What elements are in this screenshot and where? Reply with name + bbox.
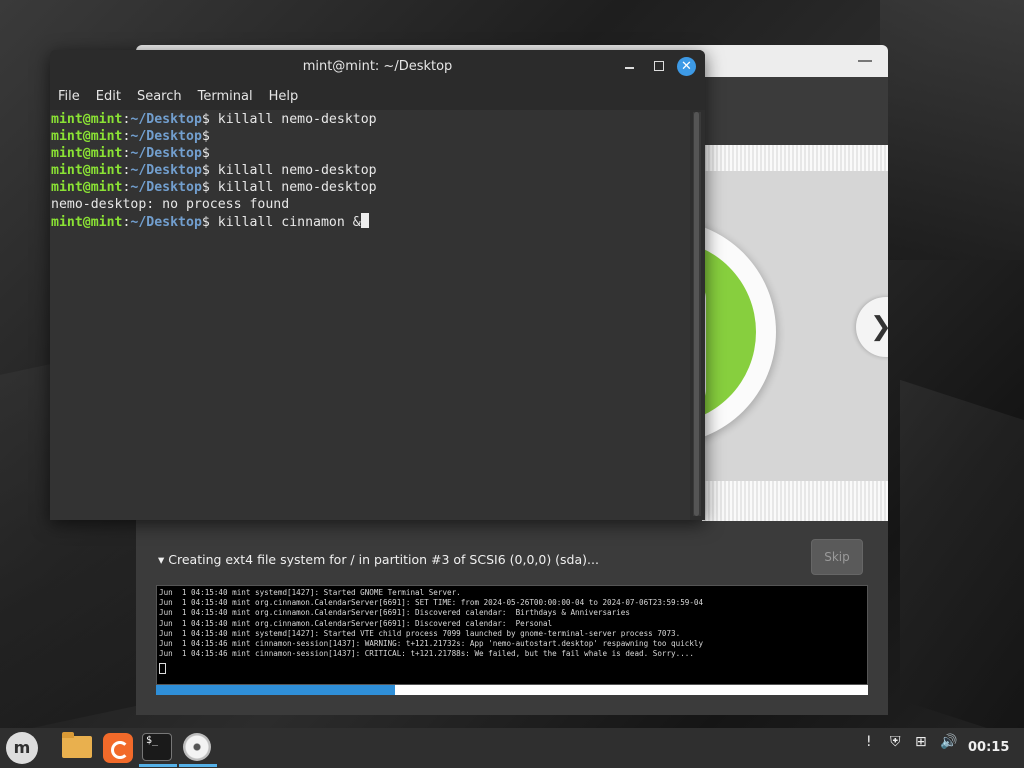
install-log[interactable]: Jun 1 04:15:40 mint systemd[1427]: Start… — [156, 585, 868, 685]
prompt-path: ~/Desktop — [130, 180, 202, 195]
log-line: Jun 1 04:15:40 mint org.cinnamon.Calenda… — [159, 598, 704, 608]
prompt-symbol: $ — [201, 180, 210, 195]
prompt-symbol: $ — [201, 112, 210, 127]
terminal-line: mint@mint:~/Desktop$ — [51, 128, 689, 145]
prompt-user: mint@mint — [51, 180, 123, 195]
log-line: Jun 1 04:15:40 mint org.cinnamon.Calenda… — [159, 618, 553, 628]
prompt-user: mint@mint — [51, 163, 123, 178]
chevron-right-icon: ❯ — [870, 312, 888, 342]
volume-icon[interactable]: 🔊 — [940, 734, 957, 750]
prompt-path: ~/Desktop — [130, 215, 202, 230]
terminal-line: mint@mint:~/Desktop$ killall nemo-deskto… — [51, 111, 689, 128]
taskbar: m $_ ! ⛨ ⊞ 🔊 00:15 — [0, 728, 1024, 768]
menu-view[interactable]: Search — [137, 84, 182, 110]
scrollbar-thumb[interactable] — [694, 112, 699, 516]
menu-edit[interactable]: Edit — [96, 84, 121, 110]
terminal-active-indicator — [139, 764, 177, 767]
log-cursor — [159, 663, 166, 675]
menu-terminal[interactable]: Help — [269, 84, 299, 110]
prompt-user: mint@mint — [51, 112, 123, 127]
prompt-symbol: $ — [201, 146, 210, 161]
prompt-path: ~/Desktop — [130, 146, 202, 161]
terminal-cursor — [360, 213, 369, 228]
terminal-line: nemo-desktop: no process found — [51, 196, 689, 213]
terminal-command: killall nemo-desktop — [209, 163, 377, 178]
shield-icon[interactable]: ⛨ — [890, 734, 901, 750]
network-icon[interactable]: ⊞ — [915, 734, 927, 750]
menu-search[interactable]: Terminal — [198, 84, 253, 110]
minimize-icon[interactable] — [625, 67, 634, 69]
terminal-command: killall nemo-desktop — [209, 180, 377, 195]
desktop-wallpaper-shape — [900, 379, 1024, 741]
terminal-output-text: nemo-desktop: no process found — [51, 197, 290, 212]
terminal-app-icon[interactable]: $_ — [142, 733, 172, 761]
terminal-scrollbar[interactable] — [693, 112, 701, 516]
progress-title: ▾ Creating ext4 file system for / in par… — [158, 552, 599, 567]
terminal-titlebar[interactable]: mint@mint: ~/Desktop ✕ — [50, 50, 705, 84]
prompt-path: ~/Desktop — [130, 129, 202, 144]
notification-icon[interactable]: ! — [866, 734, 872, 750]
terminal-window: mint@mint: ~/Desktop ✕ File Edit Search Ter… — [50, 50, 705, 520]
installer-disc-icon[interactable] — [183, 733, 211, 761]
mint-menu-icon[interactable]: m — [6, 732, 38, 764]
prompt-path: ~/Desktop — [130, 163, 202, 178]
firefox-icon[interactable] — [103, 733, 133, 763]
files-folder-icon[interactable] — [62, 732, 92, 758]
terminal-title: mint@mint: ~/Desktop — [302, 59, 453, 74]
prompt-symbol: $ — [201, 129, 210, 144]
log-line: Jun 1 04:15:46 mint cinnamon-session[143… — [159, 639, 704, 649]
prompt-path: ~/Desktop — [130, 112, 202, 127]
maximize-icon[interactable] — [654, 61, 664, 71]
skip-button[interactable]: Skip — [811, 539, 863, 575]
log-line: Jun 1 04:15:40 mint systemd[1427]: Start… — [159, 588, 461, 597]
prompt-user: mint@mint — [51, 215, 123, 230]
desktop-wallpaper-shape — [880, 0, 1024, 260]
install-progress-bar — [156, 685, 868, 695]
terminal-line: mint@mint:~/Desktop$ killall nemo-deskto… — [51, 179, 689, 196]
log-line: Jun 1 04:15:46 mint cinnamon-session[143… — [159, 649, 694, 659]
terminal-line: mint@mint:~/Desktop$ killall nemo-deskto… — [51, 162, 689, 179]
slide-stripe — [702, 145, 888, 171]
terminal-menubar: File Edit Search Terminal Help — [50, 84, 705, 110]
prompt-symbol: $ — [201, 163, 210, 178]
prompt-user: mint@mint — [51, 146, 123, 161]
log-line: Jun 1 04:15:40 mint systemd[1427]: Start… — [159, 628, 681, 638]
install-progress-fill — [156, 685, 395, 695]
log-line: Jun 1 04:15:40 mint org.cinnamon.Calenda… — [159, 608, 630, 618]
clock[interactable]: 00:15 — [968, 728, 1009, 768]
close-icon[interactable]: ✕ — [677, 57, 696, 76]
terminal-line: mint@mint:~/Desktop$ — [51, 145, 689, 162]
installer-active-indicator — [179, 764, 217, 767]
slide-stripe — [702, 481, 888, 521]
minimize-icon[interactable] — [858, 60, 872, 62]
prompt-user: mint@mint — [51, 129, 123, 144]
terminal-command: killall nemo-desktop — [209, 112, 377, 127]
terminal-output[interactable]: mint@mint:~/Desktop$ killall nemo-deskto… — [50, 110, 690, 520]
terminal-command: killall cinnamon & — [209, 215, 361, 230]
terminal-line: mint@mint:~/Desktop$ killall cinnamon & — [51, 213, 689, 231]
prompt-symbol: $ — [201, 215, 210, 230]
menu-file[interactable]: File — [58, 84, 80, 110]
